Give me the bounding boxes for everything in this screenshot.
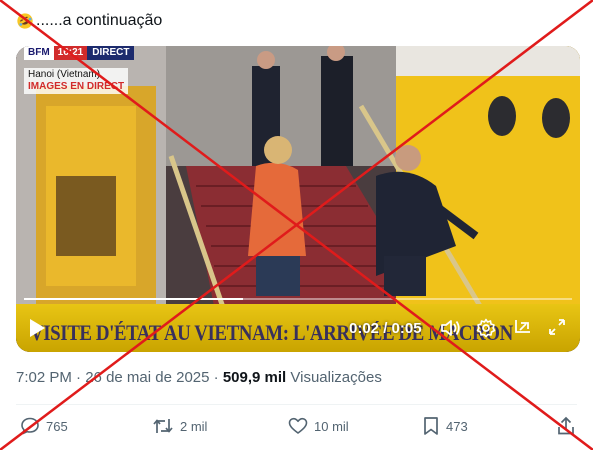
channel-banner: BFM 16:21 DIRECT <box>24 46 135 60</box>
divider <box>16 404 577 405</box>
broadcast-clock: 16:21 <box>53 46 88 60</box>
reply-button[interactable]: 765 <box>20 416 68 436</box>
repost-button[interactable]: 2 mil <box>152 416 207 436</box>
video-progress-bar[interactable] <box>24 298 572 300</box>
rolling-on-floor-laughing-emoji-icon <box>17 13 33 29</box>
play-icon <box>30 319 45 337</box>
location-text: Hanoi (Vietnam) <box>28 69 101 80</box>
fullscreen-button[interactable] <box>548 318 566 336</box>
like-count: 10 mil <box>314 418 349 434</box>
tweet-metadata: 7:02 PM · 26 de mai de 2025 · 509,9 mil … <box>16 369 382 386</box>
share-button[interactable] <box>556 416 576 436</box>
repost-count: 2 mil <box>180 418 208 434</box>
time-readout: 0:02 / 0:05 <box>349 320 422 337</box>
time-current: 0:02 <box>349 320 380 337</box>
share-icon <box>558 416 574 435</box>
tweet-text-row: ......a continuação <box>16 12 162 30</box>
tweet-body: ......a continuação <box>36 12 163 29</box>
pip-button[interactable] <box>512 318 532 338</box>
picture-in-picture-icon <box>515 320 530 333</box>
views-count: 509,9 mil <box>222 369 287 386</box>
live-images-label: IMAGES EN DIRECT <box>28 81 125 92</box>
tweet-time[interactable]: 7:02 PM <box>16 369 72 386</box>
play-button[interactable] <box>28 318 46 338</box>
video-controls: 0:02 / 0:05 <box>16 314 580 344</box>
meta-separator: · <box>71 369 86 386</box>
channel-logo: BFM <box>24 46 54 60</box>
gear-icon <box>476 318 496 338</box>
time-total: 0:05 <box>391 320 422 337</box>
bookmark-icon <box>424 417 438 435</box>
location-caption: Hanoi (Vietnam) IMAGES EN DIRECT <box>24 68 129 94</box>
live-tag: DIRECT <box>87 46 135 60</box>
reply-count: 765 <box>46 418 68 434</box>
meta-separator: · <box>209 369 223 386</box>
reply-icon <box>21 417 39 435</box>
views-label: Visualizações <box>286 369 382 386</box>
tweet-date[interactable]: 26 de mai de 2025 <box>85 369 209 386</box>
video-player[interactable]: BFM 16:21 DIRECT Hanoi (Vietnam) IMAGES … <box>16 46 580 352</box>
settings-button[interactable] <box>476 318 496 338</box>
volume-button[interactable] <box>440 318 462 338</box>
fullscreen-icon <box>549 319 565 335</box>
volume-icon <box>441 320 460 336</box>
repost-icon <box>153 419 173 433</box>
video-progress-fill <box>24 298 244 300</box>
tweet-action-bar: 765 2 mil 10 mil 473 <box>0 416 593 442</box>
bookmark-button[interactable]: 473 <box>422 416 468 436</box>
heart-icon <box>288 417 308 434</box>
bookmark-count: 473 <box>446 418 468 434</box>
like-button[interactable]: 10 mil <box>288 416 349 436</box>
time-separator: / <box>379 320 392 337</box>
